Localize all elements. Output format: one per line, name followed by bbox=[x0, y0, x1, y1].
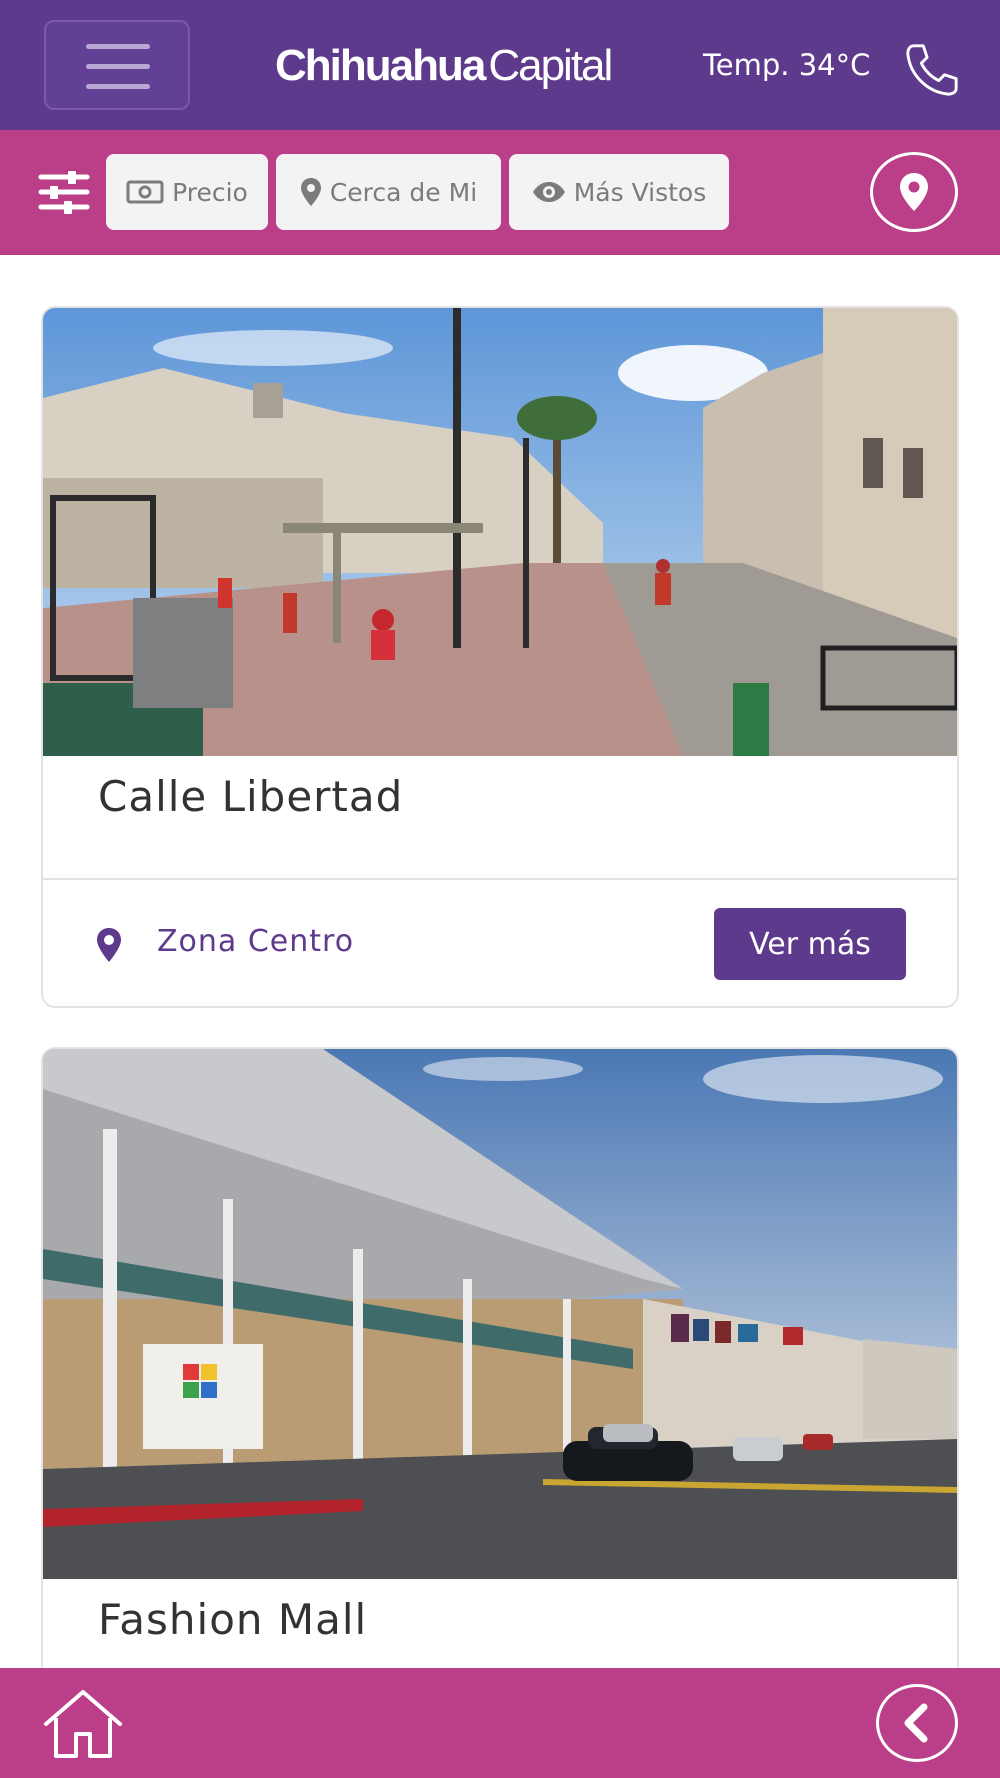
phone-icon[interactable] bbox=[900, 40, 962, 98]
menu-button[interactable] bbox=[44, 20, 190, 110]
logo-bold-text: Chihuahua bbox=[275, 41, 486, 90]
chip-label: Más Vistos bbox=[573, 177, 707, 207]
filter-bar: Precio Cerca de Mi Más Vistos bbox=[0, 130, 1000, 255]
hamburger-menu-icon-line bbox=[86, 64, 150, 69]
filter-chip-mas-vistos[interactable]: Más Vistos bbox=[509, 154, 729, 230]
chip-label: Precio bbox=[172, 177, 248, 207]
hamburger-menu-icon bbox=[86, 44, 150, 49]
hamburger-menu-icon-line bbox=[86, 84, 150, 89]
map-pin-icon bbox=[900, 173, 928, 211]
bottom-nav-bar bbox=[0, 1668, 1000, 1778]
temperature-readout: Temp. 34°C bbox=[703, 48, 871, 82]
home-icon[interactable] bbox=[40, 1688, 126, 1760]
place-photo bbox=[43, 308, 957, 756]
chip-label: Cerca de Mi bbox=[329, 177, 478, 207]
chevron-left-icon bbox=[904, 1703, 928, 1743]
app-logo: ChihuahuaCapital bbox=[275, 38, 613, 94]
ver-mas-button[interactable]: Ver más bbox=[714, 908, 906, 980]
back-button[interactable] bbox=[876, 1684, 958, 1762]
filter-chip-cerca-de-mi[interactable]: Cerca de Mi bbox=[276, 154, 501, 230]
place-title: Calle Libertad bbox=[98, 772, 404, 821]
place-photo bbox=[43, 1049, 957, 1579]
app-header: ChihuahuaCapital Temp. 34°C bbox=[0, 0, 1000, 130]
filter-chip-precio[interactable]: Precio bbox=[106, 154, 268, 230]
place-card[interactable]: Calle Libertad Zona Centro Ver más bbox=[41, 306, 959, 1008]
zone-label: Zona Centro bbox=[157, 924, 355, 959]
card-divider bbox=[43, 878, 957, 880]
eye-icon bbox=[532, 182, 565, 202]
map-pin-icon bbox=[300, 178, 321, 206]
map-button[interactable] bbox=[870, 152, 958, 232]
place-title: Fashion Mall bbox=[98, 1595, 368, 1644]
sliders-icon[interactable] bbox=[38, 170, 90, 214]
money-bill-icon bbox=[126, 180, 164, 204]
place-card[interactable]: Fashion Mall bbox=[41, 1047, 959, 1767]
map-pin-icon bbox=[97, 928, 121, 962]
logo-light-text: Capital bbox=[488, 41, 613, 90]
